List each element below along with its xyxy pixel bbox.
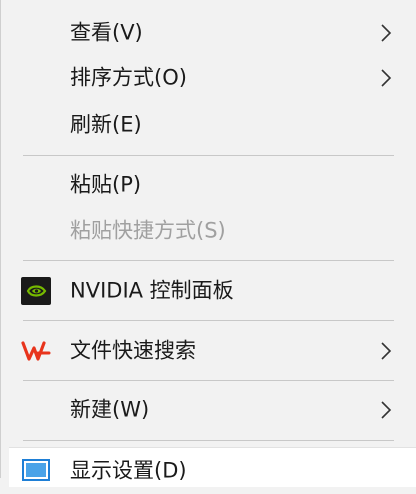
menu-item-paste-shortcut-label: 粘贴快捷方式(S) <box>70 218 226 243</box>
menu-item-nvidia-control-panel[interactable]: NVIDIA 控制面板 <box>1 268 416 314</box>
menu-item-display-settings[interactable]: 显示设置(D) <box>1 448 416 494</box>
menu-item-file-quick-search-label: 文件快速搜索 <box>70 338 196 363</box>
menu-item-refresh[interactable]: 刷新(E) <box>1 102 416 148</box>
menu-separator <box>23 260 394 261</box>
menu-separator <box>23 155 394 156</box>
menu-item-paste-label: 粘贴(P) <box>70 172 142 197</box>
display-icon <box>22 459 50 481</box>
menu-item-refresh-label: 刷新(E) <box>70 112 142 137</box>
chevron-right-icon <box>381 24 392 42</box>
menu-item-view-label: 查看(V) <box>70 20 143 45</box>
chevron-right-icon <box>381 401 392 419</box>
menu-item-sort-by[interactable]: 排序方式(O) <box>1 55 416 101</box>
nvidia-icon <box>21 277 51 305</box>
menu-item-paste-shortcut: 粘贴快捷方式(S) <box>1 208 416 254</box>
menu-item-view[interactable]: 查看(V) <box>1 10 416 56</box>
menu-separator <box>23 380 394 381</box>
menu-item-file-quick-search[interactable]: 文件快速搜索 <box>1 328 416 374</box>
menu-item-nvidia-control-panel-label: NVIDIA 控制面板 <box>70 278 234 303</box>
wps-icon <box>21 341 51 361</box>
menu-item-new-label: 新建(W) <box>70 397 150 422</box>
menu-separator <box>23 440 394 441</box>
menu-item-display-settings-label: 显示设置(D) <box>70 458 187 483</box>
context-menu: 查看(V) 排序方式(O) 刷新(E) 粘贴(P) 粘贴快捷方式(S) NVID… <box>0 0 416 487</box>
menu-item-sort-by-label: 排序方式(O) <box>70 65 187 90</box>
menu-separator <box>23 320 394 321</box>
menu-item-new[interactable]: 新建(W) <box>1 387 416 433</box>
chevron-right-icon <box>381 69 392 87</box>
chevron-right-icon <box>381 342 392 360</box>
menu-item-paste[interactable]: 粘贴(P) <box>1 162 416 208</box>
